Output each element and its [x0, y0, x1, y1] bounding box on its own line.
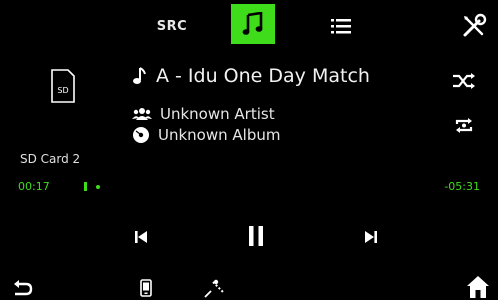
source-button-label: SRC — [156, 18, 188, 34]
progress-marker — [84, 182, 87, 191]
artist-icon — [132, 108, 152, 120]
phone-button[interactable] — [134, 276, 158, 300]
sd-card-button[interactable]: SD — [48, 66, 78, 106]
repeat-icon — [455, 118, 473, 133]
list-button[interactable] — [318, 8, 364, 44]
album-icon — [133, 127, 149, 143]
album-name: Unknown Album — [158, 126, 281, 144]
remaining-time: -05:31 — [444, 180, 480, 193]
tools-icon — [463, 13, 487, 37]
home-icon — [467, 276, 489, 298]
phone-icon — [140, 279, 152, 297]
navigation-icon — [204, 279, 224, 298]
navigation-button[interactable] — [200, 276, 230, 300]
artist-row: Unknown Artist — [132, 103, 275, 125]
next-track-button[interactable] — [356, 222, 386, 252]
track-title: A - Idu One Day Match — [156, 65, 370, 87]
settings-button[interactable] — [456, 8, 492, 44]
repeat-button[interactable] — [446, 108, 482, 144]
source-name: SD Card 2 — [20, 152, 81, 166]
previous-track-button[interactable] — [126, 222, 156, 252]
back-icon — [14, 280, 33, 296]
shuffle-icon — [453, 73, 475, 89]
track-title-row: A - Idu One Day Match — [132, 63, 370, 89]
shuffle-button[interactable] — [446, 66, 482, 96]
back-button[interactable] — [6, 276, 38, 300]
progress-bar[interactable] — [72, 179, 448, 195]
skip-next-icon — [365, 231, 377, 243]
artist-name: Unknown Artist — [160, 105, 275, 123]
sd-card-icon: SD — [51, 69, 75, 103]
list-icon — [331, 19, 351, 34]
pause-button[interactable] — [238, 218, 274, 254]
home-button[interactable] — [462, 272, 494, 300]
source-button[interactable]: SRC — [144, 8, 200, 44]
skip-previous-icon — [135, 231, 147, 243]
tab-music[interactable] — [231, 4, 275, 44]
progress-handle[interactable] — [96, 185, 100, 189]
pause-icon — [249, 226, 263, 246]
elapsed-time: 00:17 — [18, 180, 50, 193]
note-icon — [133, 67, 146, 84]
album-row: Unknown Album — [132, 124, 280, 146]
music-note-icon — [242, 12, 263, 35]
sd-card-icon-label: SD — [57, 86, 68, 95]
